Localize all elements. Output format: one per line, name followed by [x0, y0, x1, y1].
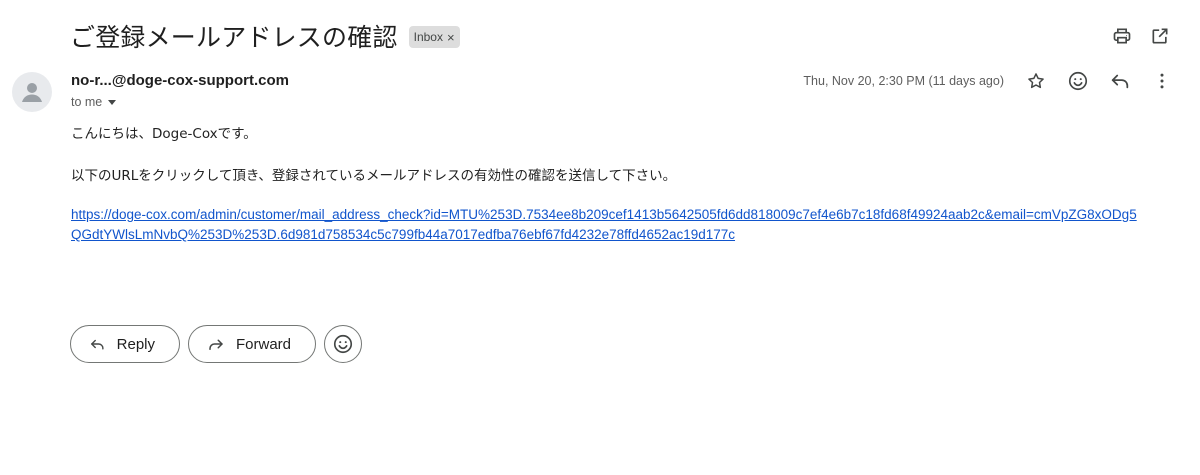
reply-button[interactable]: Reply — [70, 325, 180, 363]
email-subject: ご登録メールアドレスの確認 — [70, 23, 398, 52]
forward-button-label: Forward — [235, 335, 291, 353]
sender-address[interactable]: no-r...@doge-cox-support.com — [71, 72, 289, 89]
caret-down-icon — [108, 100, 117, 105]
smiley-icon — [333, 334, 353, 354]
thread-actions — [1110, 24, 1172, 48]
reply-icon[interactable] — [1108, 69, 1132, 93]
email-view: ご登録メールアドレスの確認 Inbox × no-r...@doge-cox-s… — [0, 0, 1200, 475]
sender-avatar[interactable] — [12, 72, 52, 112]
print-icon[interactable] — [1110, 24, 1134, 48]
subject-row: ご登録メールアドレスの確認 Inbox × — [70, 18, 460, 54]
recipient-label: to me — [71, 95, 103, 109]
message-actions: Reply Forward — [70, 325, 362, 363]
open-in-new-window-icon[interactable] — [1148, 24, 1172, 48]
reply-button-label: Reply — [116, 335, 155, 353]
label-name: Inbox — [413, 30, 443, 44]
message-timestamp: Thu, Nov 20, 2:30 PM (11 days ago) — [803, 74, 1004, 88]
more-vertical-icon[interactable] — [1150, 69, 1174, 93]
forward-arrow-icon — [209, 339, 223, 350]
verification-link[interactable]: https://doge-cox.com/admin/customer/mail… — [71, 205, 1141, 245]
emoji-reaction-icon[interactable] — [1066, 69, 1090, 93]
instruction-text: 以下のURLをクリックして頂き、登録されているメールアドレスの有効性の確認を送信… — [71, 168, 677, 184]
forward-button[interactable]: Forward — [188, 325, 316, 363]
recipient-details-toggle[interactable]: to me — [71, 95, 117, 109]
message-meta: Thu, Nov 20, 2:30 PM (11 days ago) — [803, 69, 1174, 93]
emoji-react-button[interactable] — [324, 325, 362, 363]
inbox-label-chip[interactable]: Inbox × — [408, 26, 460, 48]
star-icon[interactable] — [1024, 69, 1048, 93]
reply-arrow-icon — [91, 339, 104, 350]
greeting-text: こんにちは、Doge-Coxです。 — [71, 126, 257, 142]
message-body: こんにちは、Doge-Coxです。 以下のURLをクリックして頂き、登録されてい… — [71, 122, 1151, 242]
remove-label-icon[interactable]: × — [447, 30, 455, 45]
